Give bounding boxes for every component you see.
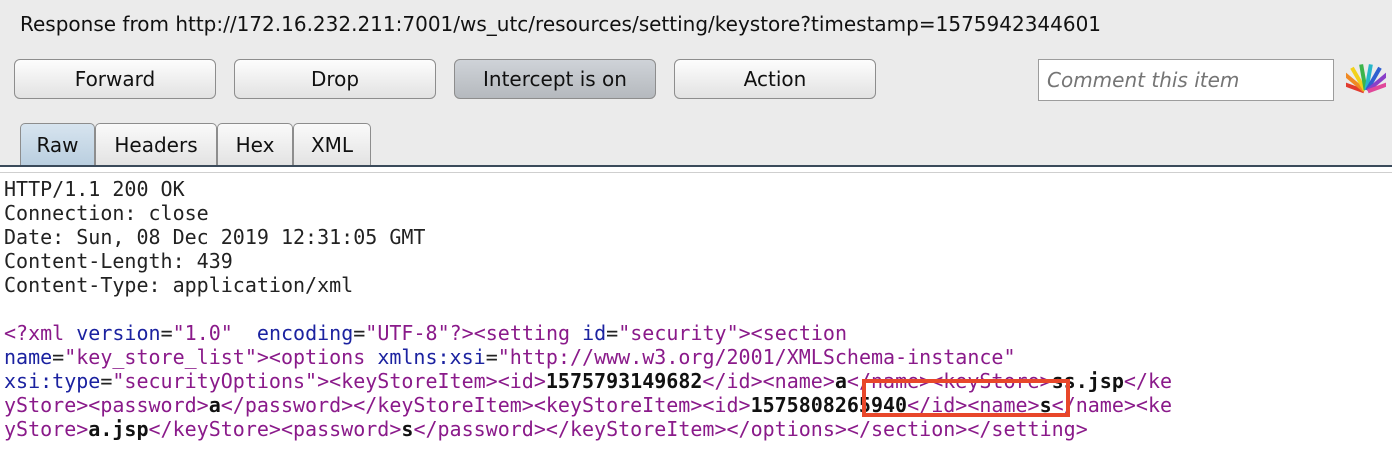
item2-password: s bbox=[401, 417, 414, 441]
forward-button[interactable]: Forward bbox=[14, 59, 216, 99]
response-editor[interactable]: HTTP/1.1 200 OK Connection: close Date: … bbox=[0, 172, 1392, 453]
section-name-value: key_store_list bbox=[76, 345, 245, 369]
setting-id-value: security bbox=[630, 321, 727, 345]
tab-hex[interactable]: Hex bbox=[217, 123, 293, 165]
action-button[interactable]: Action bbox=[674, 59, 876, 99]
item1-id: 1575793149682 bbox=[545, 369, 703, 393]
xml-encoding-value: UTF-8 bbox=[377, 321, 438, 345]
tab-headers[interactable]: Headers bbox=[95, 123, 217, 165]
header-content-length: Content-Length: 439 bbox=[4, 249, 233, 273]
intercept-toggle-button[interactable]: Intercept is on bbox=[454, 59, 656, 99]
id-highlight-box bbox=[862, 379, 1070, 417]
item1-name: a bbox=[834, 369, 847, 393]
xsi-type-value: securityOptions bbox=[124, 369, 306, 393]
xmlns-xsi-value: http://www.w3.org/2001/XMLSchema-instanc… bbox=[509, 345, 1004, 369]
header-content-type: Content-Type: application/xml bbox=[4, 273, 354, 297]
xml-version-value: 1.0 bbox=[184, 321, 221, 345]
header-connection: Connection: close bbox=[4, 201, 209, 225]
drop-button[interactable]: Drop bbox=[234, 59, 436, 99]
tab-xml[interactable]: XML bbox=[293, 123, 371, 165]
item1-password: a bbox=[208, 393, 221, 417]
status-line: HTTP/1.1 200 OK bbox=[4, 177, 185, 201]
tab-raw[interactable]: Raw bbox=[20, 123, 95, 166]
comment-input[interactable] bbox=[1038, 59, 1334, 101]
highlight-color-icon[interactable] bbox=[1346, 62, 1386, 94]
window-title: Response from http://172.16.232.211:7001… bbox=[20, 12, 1102, 36]
header-date: Date: Sun, 08 Dec 2019 12:31:05 GMT bbox=[4, 225, 426, 249]
item2-keystore: a.jsp bbox=[88, 417, 149, 441]
